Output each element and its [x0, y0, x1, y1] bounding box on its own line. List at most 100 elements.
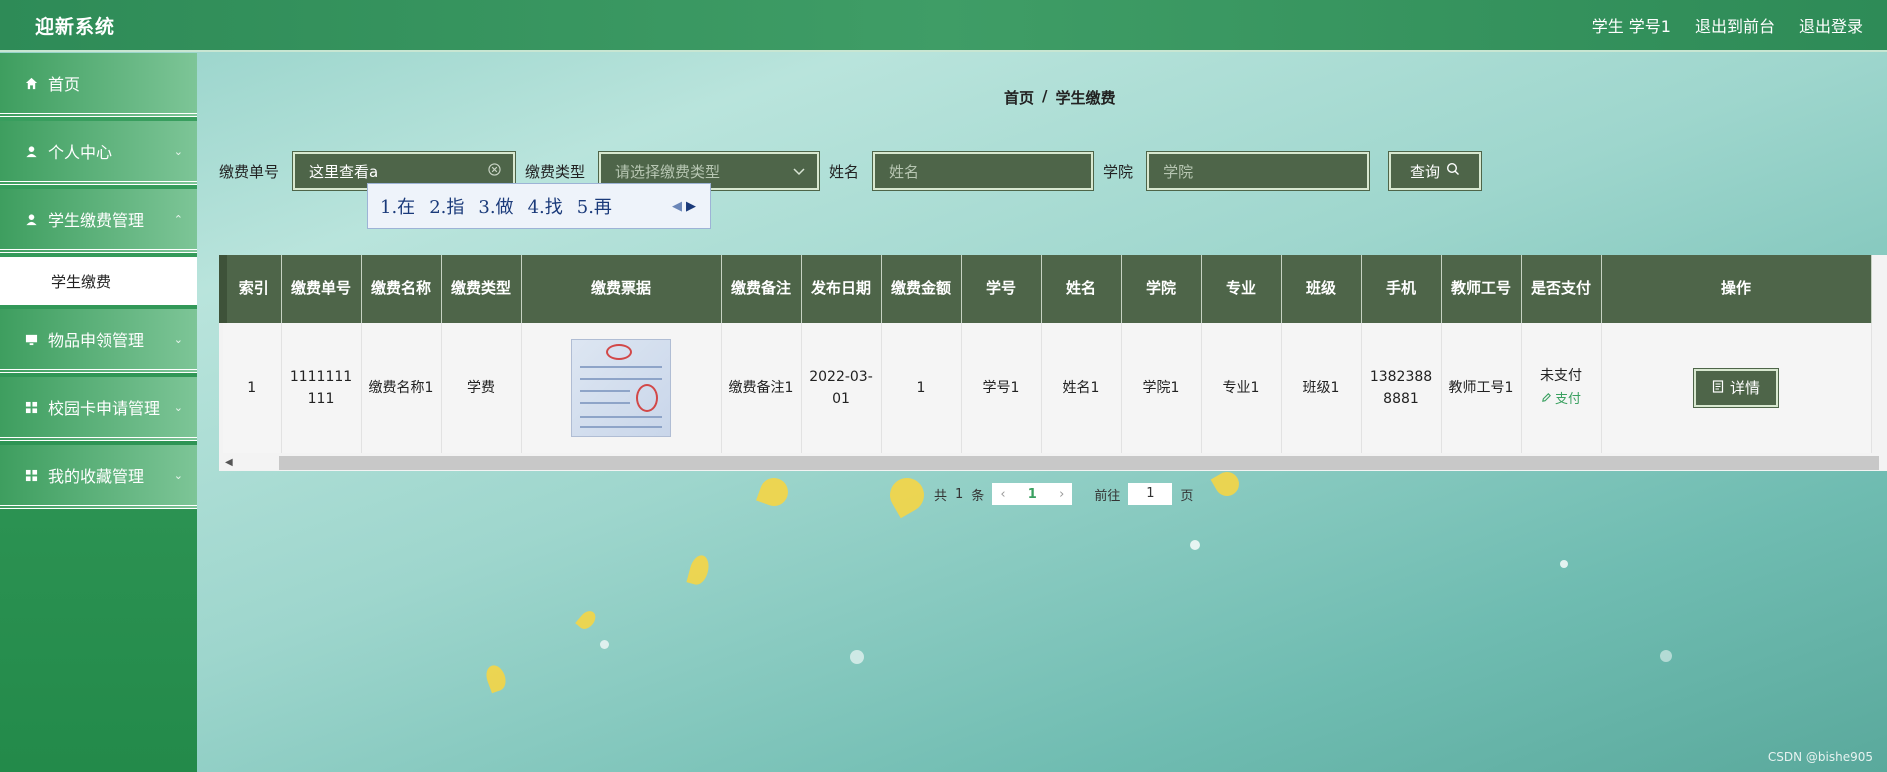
bill-no-value: 这里查看a	[309, 162, 379, 181]
pay-link[interactable]: 支付	[1541, 390, 1581, 411]
column-header: 缴费票据	[521, 255, 722, 323]
query-button-label: 查询	[1410, 162, 1441, 181]
caret-left-icon[interactable]: ◀	[672, 199, 682, 214]
chevron-up-icon: ⌃	[173, 212, 183, 226]
sidebar-item-label: 个人中心	[48, 143, 113, 162]
current-page[interactable]: 1	[1028, 487, 1037, 502]
page-navigator: ‹ 1 ›	[992, 483, 1073, 505]
sidebar-item-label: 我的收藏管理	[48, 467, 145, 486]
total-suffix: 条	[971, 488, 985, 504]
next-page-icon[interactable]: ›	[1059, 487, 1064, 502]
query-button[interactable]: 查询	[1388, 151, 1483, 191]
cell-name: 姓名1	[1041, 323, 1122, 453]
cell-major: 专业1	[1201, 323, 1282, 453]
ime-page-arrows[interactable]: ◀ ▶	[672, 199, 696, 214]
column-header: 手机	[1361, 255, 1442, 323]
sidebar-item-campus-card[interactable]: 校园卡申请管理 ⌄	[0, 377, 197, 441]
logout-link[interactable]: 退出登录	[1799, 13, 1863, 37]
clear-icon[interactable]	[488, 162, 501, 180]
column-header: 操作	[1601, 255, 1872, 323]
caret-right-icon[interactable]: ▶	[686, 199, 696, 214]
breadcrumb: 首页 / 学生缴费	[1004, 87, 1116, 108]
user-label: 学生 学号1	[1591, 17, 1671, 36]
chevron-down-icon	[793, 162, 805, 180]
total-prefix: 共	[934, 488, 948, 504]
ime-candidate[interactable]: 4.找	[528, 193, 563, 219]
home-icon	[24, 76, 38, 90]
horizontal-scrollbar[interactable]: ◀	[219, 453, 1887, 471]
college-label: 学院	[1103, 162, 1134, 181]
paid-status: 未支付	[1540, 368, 1582, 385]
table-header-row: 索引 缴费单号 缴费名称 缴费类型 缴费票据 缴费备注 发布日期 缴费金额 学号…	[219, 255, 1872, 323]
name-placeholder: 姓名	[889, 162, 920, 181]
column-header: 班级	[1281, 255, 1362, 323]
scrollbar-thumb[interactable]	[279, 456, 1879, 470]
prev-page-icon[interactable]: ‹	[1000, 487, 1005, 502]
sidebar-item-home[interactable]: 首页	[0, 53, 197, 117]
fee-table: 索引 缴费单号 缴费名称 缴费类型 缴费票据 缴费备注 发布日期 缴费金额 学号…	[219, 255, 1872, 453]
ime-candidate[interactable]: 3.做	[478, 193, 513, 219]
sidebar: 首页 个人中心 ⌄ 学生缴费管理 ⌃ 学生缴费 物品申领管理 ⌄ 校园卡申请管理…	[0, 53, 197, 772]
sidebar-item-favorites[interactable]: 我的收藏管理 ⌄	[0, 445, 197, 509]
fee-table-container: 索引 缴费单号 缴费名称 缴费类型 缴费票据 缴费备注 发布日期 缴费金额 学号…	[219, 255, 1887, 471]
cell-remark: 缴费备注1	[721, 323, 802, 453]
column-header: 教师工号	[1441, 255, 1522, 323]
column-header: 缴费单号	[281, 255, 362, 323]
table-row: 1 1111111111 缴费名称1 学费 缴费备注1 2022-03-01 1…	[223, 323, 1872, 453]
college-placeholder: 学院	[1163, 162, 1194, 181]
cell-actions: 详情	[1601, 323, 1872, 453]
sidebar-item-label: 学生缴费管理	[48, 211, 145, 230]
sidebar-item-label: 物品申领管理	[48, 331, 145, 350]
scroll-left-icon[interactable]: ◀	[225, 457, 233, 468]
cell-teacher-no: 教师工号1	[1441, 323, 1522, 453]
front-link[interactable]: 退出到前台	[1695, 13, 1775, 37]
column-header: 缴费备注	[721, 255, 802, 323]
goto-page-input[interactable]: 1	[1128, 483, 1173, 505]
cell-college: 学院1	[1121, 323, 1202, 453]
column-header: 学院	[1121, 255, 1202, 323]
cell-fee-name: 缴费名称1	[361, 323, 442, 453]
cell-receipt	[521, 323, 722, 453]
type-label: 缴费类型	[525, 162, 586, 181]
ime-candidate[interactable]: 1.在	[380, 193, 415, 219]
ime-candidate[interactable]: 5.再	[577, 193, 612, 219]
chevron-down-icon: ⌄	[173, 144, 183, 158]
grid-icon	[24, 400, 38, 414]
breadcrumb-current: 学生缴费	[1055, 89, 1116, 107]
user-icon	[24, 212, 38, 226]
bill-no-label: 缴费单号	[219, 162, 280, 181]
cell-index: 1	[223, 323, 282, 453]
chevron-down-icon: ⌄	[173, 468, 183, 482]
sidebar-item-goods[interactable]: 物品申领管理 ⌄	[0, 309, 197, 373]
breadcrumb-separator: /	[1042, 87, 1048, 105]
cell-fee-type: 学费	[441, 323, 522, 453]
detail-button-label: 详情	[1729, 379, 1760, 397]
college-input[interactable]: 学院	[1146, 151, 1371, 191]
sidebar-item-label: 首页	[48, 75, 81, 94]
chevron-down-icon: ⌄	[173, 332, 183, 346]
cell-student-no: 学号1	[961, 323, 1042, 453]
column-header: 缴费金额	[881, 255, 962, 323]
breadcrumb-home[interactable]: 首页	[1004, 87, 1034, 108]
sidebar-item-personal[interactable]: 个人中心 ⌄	[0, 121, 197, 185]
name-input[interactable]: 姓名	[872, 151, 1095, 191]
grid-icon	[24, 468, 38, 482]
type-placeholder: 请选择缴费类型	[615, 162, 721, 181]
column-header: 缴费名称	[361, 255, 442, 323]
pay-link-label: 支付	[1554, 391, 1581, 407]
sidebar-item-fee-management[interactable]: 学生缴费管理 ⌃	[0, 189, 197, 253]
goto-suffix: 页	[1180, 488, 1194, 504]
sidebar-subitem-student-fee[interactable]: 学生缴费	[0, 257, 197, 305]
edit-icon	[1541, 390, 1552, 411]
ime-candidate-popup: 1.在 2.指 3.做 4.找 5.再 ◀ ▶	[367, 183, 711, 229]
detail-button[interactable]: 详情	[1692, 368, 1780, 408]
user-icon	[24, 144, 38, 158]
ime-candidate[interactable]: 2.指	[429, 193, 464, 219]
sidebar-item-label: 校园卡申请管理	[48, 399, 161, 418]
column-header: 缴费类型	[441, 255, 522, 323]
cell-amount: 1	[881, 323, 962, 453]
cell-phone: 13823888881	[1361, 323, 1442, 453]
column-header: 姓名	[1041, 255, 1122, 323]
receipt-image[interactable]	[571, 339, 671, 437]
chevron-down-icon: ⌄	[173, 400, 183, 414]
